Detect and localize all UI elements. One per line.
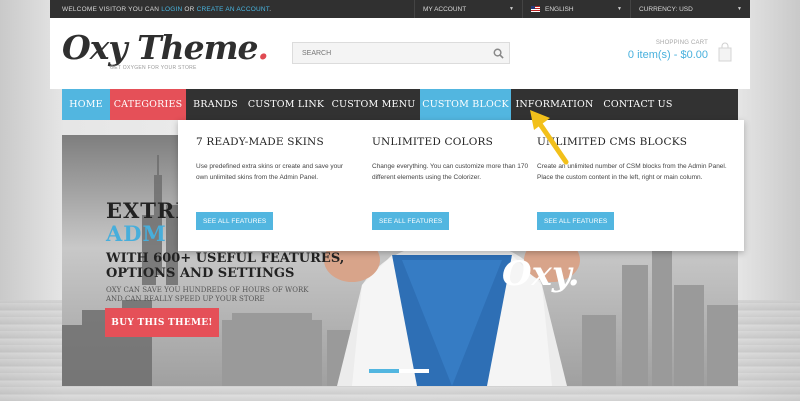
slider-dot-active[interactable] <box>369 369 399 373</box>
cart-value: 0 item(s) - $0.00 <box>627 49 708 61</box>
nav-home[interactable]: HOME <box>62 89 110 120</box>
see-all-features-button[interactable]: SEE ALL FEATURES <box>196 212 274 230</box>
shopping-cart[interactable]: SHOPPING CART 0 item(s) - $0.00 <box>627 40 736 62</box>
logo-text: Oxy Theme <box>62 28 259 67</box>
welcome-message: WELCOME VISITOR YOU CAN LOGIN OR CREATE … <box>50 6 414 13</box>
see-all-features-button[interactable]: SEE ALL FEATURES <box>537 212 615 230</box>
top-bar: WELCOME VISITOR YOU CAN LOGIN OR CREATE … <box>50 0 750 18</box>
search-box <box>292 42 510 64</box>
welcome-text: WELCOME VISITOR YOU CAN <box>62 5 162 13</box>
chest-logo: Oxy. <box>502 254 580 294</box>
main-nav: HOME CATEGORIES BRANDS CUSTOM LINK CUSTO… <box>62 89 738 120</box>
tagline: GET OXYGEN FOR YOUR STORE <box>110 65 197 71</box>
feature-text: Use predefined extra skins or create and… <box>196 163 344 181</box>
slider-pagination <box>369 369 429 373</box>
page: WELCOME VISITOR YOU CAN LOGIN OR CREATE … <box>50 0 750 401</box>
hero-description: OXY CAN SAVE YOU HUNDREDS OF HOURS OF WO… <box>106 286 309 303</box>
logo-dot: . <box>257 28 269 67</box>
custom-block-dropdown: 7 READY-MADE SKINS Use predefined extra … <box>178 120 744 251</box>
language-dropdown[interactable]: ENGLISH ▼ <box>522 0 630 18</box>
pointer-arrow-icon <box>530 110 569 165</box>
create-account-link[interactable]: CREATE AN ACCOUNT <box>197 6 270 13</box>
caret-down-icon: ▼ <box>617 6 622 12</box>
nav-custom-link[interactable]: CUSTOM LINK <box>245 89 327 120</box>
buy-theme-button[interactable]: BUY THIS THEME! <box>105 308 219 337</box>
slider-dot[interactable] <box>399 369 429 373</box>
feature-title: 7 READY-MADE SKINS <box>196 136 324 148</box>
shopping-bag-icon <box>718 42 732 67</box>
welcome-period: . <box>269 5 272 13</box>
nav-custom-menu[interactable]: CUSTOM MENU <box>327 89 420 120</box>
cart-label: SHOPPING CART <box>655 40 708 46</box>
search-icon[interactable] <box>487 43 509 63</box>
caret-down-icon: ▼ <box>737 6 742 12</box>
my-account-dropdown[interactable]: MY ACCOUNT ▼ <box>414 0 522 18</box>
header: Oxy Theme. GET OXYGEN FOR YOUR STORE SHO… <box>50 18 750 89</box>
currency-label: CURRENCY: USD <box>639 5 693 13</box>
search-input[interactable] <box>293 49 487 57</box>
nav-custom-block[interactable]: CUSTOM BLOCK <box>420 89 511 120</box>
my-account-label: MY ACCOUNT <box>423 5 467 13</box>
hero-subtitle-1: WITH 600+ USEFUL FEATURES, <box>106 251 345 266</box>
nav-contact-us[interactable]: CONTACT US <box>598 89 678 120</box>
uk-flag-icon <box>531 6 540 12</box>
login-link[interactable]: LOGIN <box>161 6 182 13</box>
welcome-or: OR <box>182 5 197 13</box>
nav-brands[interactable]: BRANDS <box>186 89 245 120</box>
feature-column: 7 READY-MADE SKINS Use predefined extra … <box>196 136 356 230</box>
logo[interactable]: Oxy Theme. <box>62 28 269 67</box>
see-all-features-button[interactable]: SEE ALL FEATURES <box>372 212 450 230</box>
feature-column: UNLIMITED COLORS Change everything. You … <box>372 136 532 230</box>
caret-down-icon: ▼ <box>509 6 514 12</box>
currency-dropdown[interactable]: CURRENCY: USD ▼ <box>630 0 750 18</box>
feature-text: Change everything. You can customize mor… <box>372 163 529 181</box>
feature-title: UNLIMITED COLORS <box>372 136 494 148</box>
hero-subtitle-2: OPTIONS AND SETTINGS <box>106 266 295 281</box>
language-label: ENGLISH <box>545 5 574 13</box>
nav-categories[interactable]: CATEGORIES <box>110 89 186 120</box>
hero-title-line2: ADM <box>106 221 167 246</box>
